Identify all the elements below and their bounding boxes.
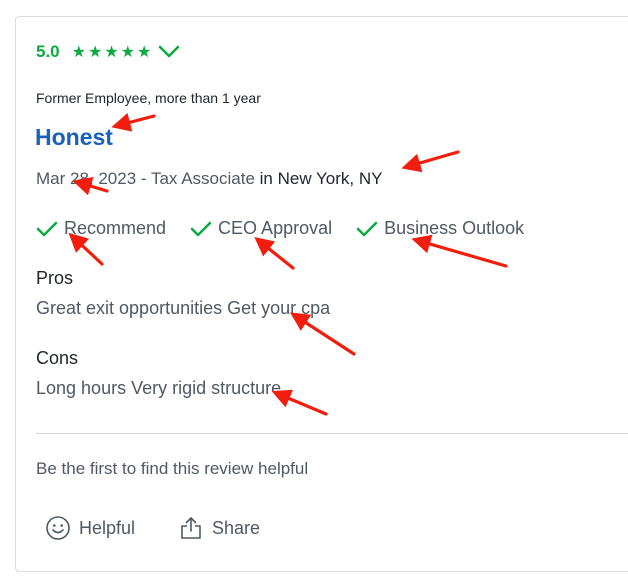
helpful-prompt: Be the first to find this review helpful [36, 459, 309, 478]
helpful-label: Helpful [79, 517, 136, 538]
pros-text: Great exit opportunities Get your cpa [36, 298, 331, 318]
rating-value: 5.0 [36, 42, 60, 61]
divider [36, 433, 628, 434]
ceo-approval-label: CEO Approval [218, 218, 333, 238]
star-rating: ★★★★★ [71, 44, 154, 61]
business-outlook-indicator: Business Outlook [356, 218, 524, 239]
recommend-label: Recommend [64, 218, 167, 238]
cons-text: Long hours Very rigid structure [36, 378, 282, 398]
review-location: in New York, NY [259, 169, 383, 188]
rating-row: 5.0 ★★★★★ [36, 41, 181, 63]
cons-title: Cons [36, 348, 79, 368]
recommendation-row: Recommend CEO Approval Business Outlook [36, 218, 548, 239]
check-icon [356, 221, 378, 236]
review-card: 5.0 ★★★★★ Former Employee, more than 1 y… [15, 16, 628, 572]
pros-title: Pros [36, 268, 74, 288]
chevron-down-icon[interactable] [157, 43, 181, 61]
review-date-title: Mar 28, 2023 - Tax Associate [36, 169, 260, 188]
share-button[interactable]: Share [178, 515, 260, 541]
check-icon [190, 221, 212, 236]
employment-status: Former Employee, more than 1 year [36, 90, 261, 106]
ceo-approval-indicator: CEO Approval [190, 218, 332, 239]
business-outlook-label: Business Outlook [384, 218, 525, 238]
share-label: Share [212, 517, 261, 538]
helpful-button[interactable]: Helpful [45, 515, 135, 541]
review-headline[interactable]: Honest [35, 124, 113, 151]
review-meta: Mar 28, 2023 - Tax Associate in New York… [36, 169, 382, 189]
smiley-icon [46, 516, 70, 540]
share-icon [181, 517, 201, 539]
recommend-indicator: Recommend [36, 218, 166, 239]
check-icon [36, 221, 58, 236]
